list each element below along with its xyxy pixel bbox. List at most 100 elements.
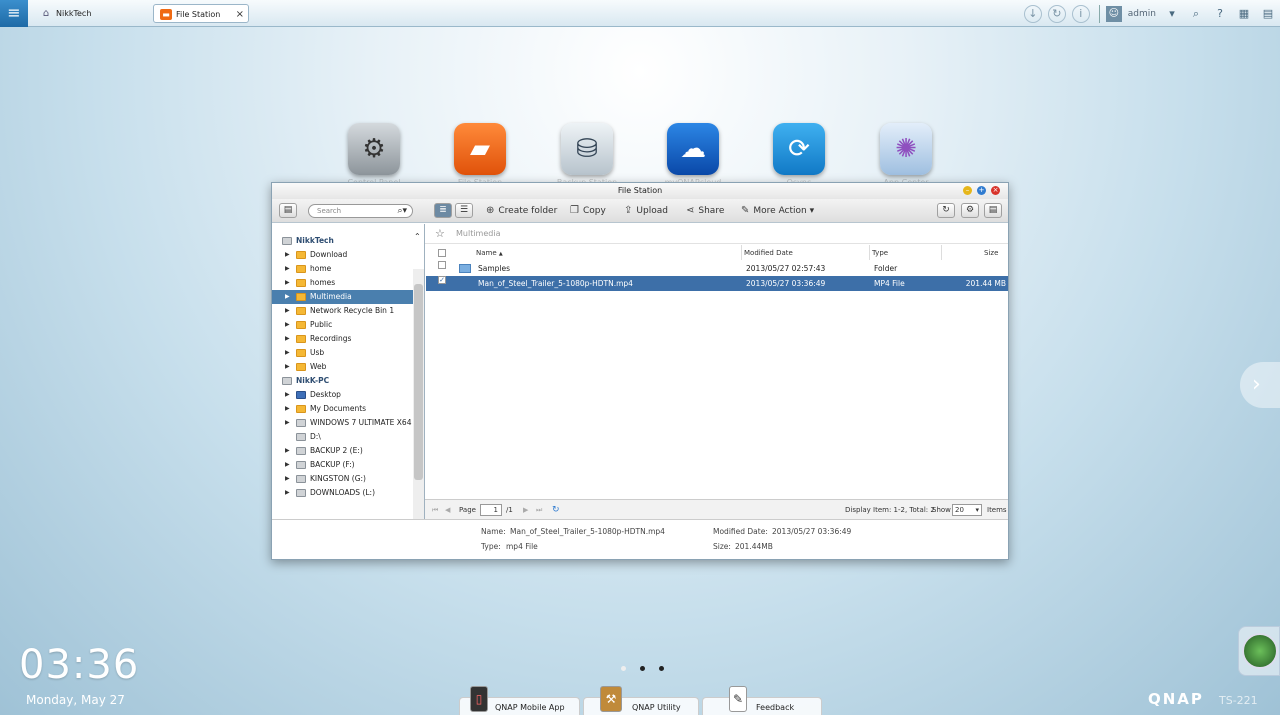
- backup-icon[interactable]: ⛁: [561, 123, 613, 175]
- expand-icon[interactable]: ▶: [285, 458, 290, 472]
- control-panel-icon[interactable]: ⚙: [348, 123, 400, 175]
- tree-item-drive-c[interactable]: ▶ WINDOWS 7 ULTIMATE X64 (: [272, 416, 413, 430]
- previous-page-icon[interactable]: ◀: [445, 500, 450, 520]
- page-number-input[interactable]: 1: [480, 504, 502, 516]
- cloud-icon[interactable]: ☁: [667, 123, 719, 175]
- tree-item-recycle-bin[interactable]: ▶ Network Recycle Bin 1: [272, 304, 413, 318]
- tab-nikktech[interactable]: ⌂ NikkTech: [34, 4, 142, 23]
- tree-root-nikktech[interactable]: NikkTech: [272, 234, 413, 248]
- copy-button[interactable]: ❐ Copy: [570, 202, 606, 219]
- hamburger-icon[interactable]: ≡: [0, 0, 28, 27]
- help-icon[interactable]: ?: [1213, 7, 1227, 21]
- tree-item-home[interactable]: ▶ home: [272, 262, 413, 276]
- expand-icon[interactable]: ▶: [285, 360, 290, 374]
- row-checkbox-checked[interactable]: ✓: [438, 276, 446, 284]
- expand-icon[interactable]: ▶: [285, 472, 290, 486]
- search-icon[interactable]: ⌕▾: [397, 205, 407, 217]
- page-dot[interactable]: [640, 666, 645, 671]
- last-page-icon[interactable]: ⏭: [536, 500, 542, 520]
- user-icon[interactable]: ☺: [1105, 5, 1122, 22]
- tree-item-desktop[interactable]: ▶ Desktop: [272, 388, 413, 402]
- tree-item-public[interactable]: ▶ Public: [272, 318, 413, 332]
- expand-icon[interactable]: ▶: [285, 486, 290, 500]
- column-header-size[interactable]: Size: [984, 246, 998, 260]
- page-dot[interactable]: [621, 666, 626, 671]
- minimize-icon[interactable]: –: [963, 186, 972, 195]
- share-button[interactable]: ⋖ Share: [686, 202, 724, 219]
- info-icon[interactable]: i: [1071, 4, 1090, 23]
- tree-item-web[interactable]: ▶ Web: [272, 360, 413, 374]
- app-icon[interactable]: ✺: [880, 123, 932, 175]
- tree-item-usb[interactable]: ▶ Usb: [272, 346, 413, 360]
- favorite-star-icon[interactable]: ☆: [435, 224, 445, 244]
- chevron-down-icon[interactable]: ▾: [1165, 7, 1179, 21]
- file-name[interactable]: Samples: [478, 261, 510, 276]
- tree-root-nikk-pc[interactable]: NikK-PC: [272, 374, 413, 388]
- expand-icon[interactable]: ▶: [285, 290, 290, 304]
- file-name[interactable]: Man_of_Steel_Trailer_5-1080p-HDTN.mp4: [478, 276, 633, 291]
- expand-icon[interactable]: ▶: [285, 248, 290, 262]
- expand-icon[interactable]: ▶: [285, 262, 290, 276]
- tree-item-homes[interactable]: ▶ homes: [272, 276, 413, 290]
- sync-icon[interactable]: ↻: [1047, 4, 1066, 23]
- table-row[interactable]: Samples 2013/05/27 02:57:43 Folder: [426, 261, 1008, 276]
- tree-item-drive-g[interactable]: ▶ KINGSTON (G:): [272, 472, 413, 486]
- tree-item-drive-e[interactable]: ▶ BACKUP 2 (E:): [272, 444, 413, 458]
- detail-view-icon[interactable]: ☰: [455, 203, 473, 218]
- search-input[interactable]: Search ⌕▾: [308, 204, 413, 218]
- list-view-icon[interactable]: ≣: [434, 203, 452, 218]
- tab-file-station[interactable]: ▬ File Station ×: [153, 4, 249, 23]
- download-icon[interactable]: ↓: [1023, 4, 1042, 23]
- resource-monitor-widget[interactable]: [1238, 626, 1280, 676]
- table-row-selected[interactable]: ✓ Man_of_Steel_Trailer_5-1080p-HDTN.mp4 …: [426, 276, 1008, 291]
- options-icon[interactable]: ▤: [1261, 7, 1275, 21]
- sync-icon[interactable]: ⟳: [773, 123, 825, 175]
- expand-icon[interactable]: ▶: [285, 304, 290, 318]
- column-header-type[interactable]: Type: [872, 246, 888, 260]
- grid-icon[interactable]: ▦: [1237, 7, 1251, 21]
- refresh-icon[interactable]: ↻: [552, 500, 560, 520]
- search-icon[interactable]: ⌕: [1189, 7, 1203, 21]
- tree-item-download[interactable]: ▶ Download: [272, 248, 413, 262]
- expand-icon[interactable]: ▶: [285, 332, 290, 346]
- maximize-icon[interactable]: +: [977, 186, 986, 195]
- expand-icon[interactable]: ▶: [285, 276, 290, 290]
- next-page-icon[interactable]: ▶: [523, 500, 528, 520]
- tree-item-drive-d[interactable]: D:\: [272, 430, 413, 444]
- settings-panel-icon[interactable]: ▤: [984, 203, 1002, 218]
- dock-qnap-mobile-app[interactable]: ▯ QNAP Mobile App: [459, 686, 580, 715]
- breadcrumb-current[interactable]: Multimedia: [456, 224, 500, 244]
- dock-qnap-utility[interactable]: ⚒ QNAP Utility: [583, 686, 699, 715]
- tree-item-drive-l[interactable]: ▶ DOWNLOADS (L:): [272, 486, 413, 500]
- first-page-icon[interactable]: ⏮: [432, 500, 438, 520]
- row-checkbox[interactable]: [438, 261, 446, 269]
- toggle-tree-icon[interactable]: ▤: [279, 203, 297, 218]
- refresh-icon[interactable]: ↻: [937, 203, 955, 218]
- file-station-icon[interactable]: ▰: [454, 123, 506, 175]
- upload-button[interactable]: ⇪ Upload: [624, 202, 668, 219]
- column-header-name[interactable]: Name ▲: [476, 246, 503, 260]
- tree-item-multimedia[interactable]: ▶ Multimedia: [272, 290, 413, 304]
- items-per-page-select[interactable]: 20 ▾: [952, 504, 982, 516]
- select-all-checkbox[interactable]: [438, 249, 446, 257]
- dock-feedback[interactable]: ✎ Feedback: [702, 686, 822, 715]
- expand-icon[interactable]: ▶: [285, 416, 290, 430]
- expand-icon[interactable]: ▶: [285, 346, 290, 360]
- expand-icon[interactable]: ▶: [285, 402, 290, 416]
- page-dot[interactable]: [659, 666, 664, 671]
- close-icon[interactable]: ×: [991, 186, 1000, 195]
- next-desktop-arrow-icon[interactable]: ›: [1240, 362, 1280, 408]
- expand-icon[interactable]: ▶: [285, 318, 290, 332]
- tree-item-my-documents[interactable]: ▶ My Documents: [272, 402, 413, 416]
- expand-icon[interactable]: ▶: [285, 388, 290, 402]
- more-action-button[interactable]: ✎ More Action ▾: [741, 202, 814, 219]
- create-folder-button[interactable]: ⊕ Create folder: [486, 202, 557, 219]
- close-icon[interactable]: ×: [236, 5, 244, 24]
- gear-icon[interactable]: ⚙: [961, 203, 979, 218]
- tree-item-drive-f[interactable]: ▶ BACKUP (F:): [272, 458, 413, 472]
- column-header-modified[interactable]: Modified Date: [744, 246, 793, 260]
- tree-scroll-thumb[interactable]: [414, 284, 423, 480]
- user-name[interactable]: admin: [1128, 9, 1156, 19]
- tree-item-recordings[interactable]: ▶ Recordings: [272, 332, 413, 346]
- scroll-up-icon[interactable]: ⌃: [414, 232, 421, 241]
